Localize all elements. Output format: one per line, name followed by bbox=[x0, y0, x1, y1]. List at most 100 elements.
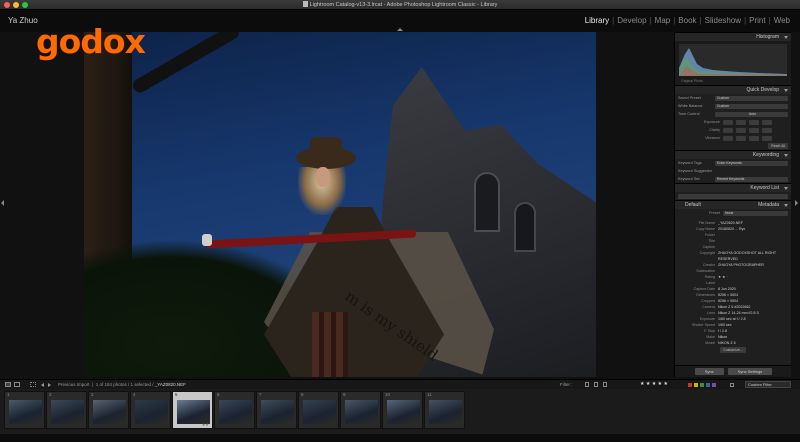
metadata-header[interactable]: Default Metadata bbox=[675, 200, 791, 209]
metadata-preset-label: Preset bbox=[709, 211, 720, 215]
source-label: Previous Import bbox=[58, 382, 90, 387]
green-label-filter[interactable] bbox=[700, 383, 704, 387]
bottom-bar bbox=[0, 434, 800, 442]
module-book[interactable]: Book bbox=[676, 16, 698, 25]
thumbnail-index: 6 bbox=[217, 392, 220, 397]
loupe-photo[interactable]: m is my shield bbox=[84, 32, 596, 377]
yellow-label-filter[interactable] bbox=[694, 383, 698, 387]
filter-label: Filter : bbox=[560, 382, 573, 387]
metadata-preset-select[interactable]: None bbox=[723, 210, 788, 216]
second-window-icon[interactable] bbox=[14, 382, 20, 387]
keywording-header[interactable]: Keywording bbox=[675, 150, 791, 159]
module-print[interactable]: Print bbox=[747, 16, 767, 25]
thumbnail-image bbox=[261, 400, 294, 424]
module-develop[interactable]: Develop bbox=[615, 16, 648, 25]
customize-button[interactable]: Customize... bbox=[720, 347, 746, 353]
keyword-list-title: Keyword List bbox=[750, 185, 779, 191]
custom-filter-select[interactable]: Custom Filter bbox=[745, 381, 791, 388]
thumbnail-index: 5 bbox=[175, 392, 178, 397]
godox-logo: godox bbox=[36, 22, 146, 61]
top-panel-toggle-icon[interactable] bbox=[397, 28, 403, 31]
step-down-button[interactable] bbox=[723, 119, 733, 125]
step-up-button[interactable] bbox=[762, 127, 772, 133]
keyword-set-select[interactable]: Recent Keywords bbox=[715, 176, 788, 182]
module-picker: Library | Develop | Map | Book | Slideshow | … bbox=[583, 16, 792, 25]
thumbnail-image bbox=[51, 400, 84, 424]
keyword-filter-input[interactable] bbox=[678, 193, 788, 199]
filmstrip-toolbar: Previous Import | 1 of 184 photos / 1 se… bbox=[0, 379, 800, 389]
step-down-button[interactable] bbox=[736, 119, 746, 125]
lock-icon[interactable] bbox=[730, 383, 734, 387]
vibrance-row: Vibrance bbox=[675, 134, 791, 142]
flag-filter-icon[interactable] bbox=[594, 382, 598, 387]
thumbnail-index: 10 bbox=[385, 392, 391, 397]
filmstrip-thumbnail[interactable]: 9 bbox=[340, 391, 381, 429]
sync-settings-button[interactable]: Sync Settings bbox=[727, 368, 773, 375]
step-up-button[interactable] bbox=[749, 135, 759, 141]
keyword-list-header[interactable]: Keyword List bbox=[675, 183, 791, 192]
filmstrip-thumbnail[interactable]: 10 bbox=[382, 391, 423, 429]
step-up-button[interactable] bbox=[762, 119, 772, 125]
filmstrip-thumbnail[interactable]: 1 bbox=[4, 391, 45, 429]
reset-all-button[interactable]: Reset All bbox=[768, 143, 788, 149]
white-balance-select[interactable]: Custom bbox=[715, 103, 788, 109]
forward-arrow-icon[interactable] bbox=[48, 383, 51, 387]
step-up-button[interactable] bbox=[762, 135, 772, 141]
filmstrip-thumbnail[interactable]: 6 bbox=[214, 391, 255, 429]
step-down-button[interactable] bbox=[723, 127, 733, 133]
tone-control-auto-button[interactable]: Auto bbox=[715, 111, 788, 117]
module-web[interactable]: Web bbox=[772, 16, 792, 25]
filmstrip-source[interactable]: Previous Import | 1 of 184 photos / 1 se… bbox=[58, 382, 186, 387]
filmstrip: 1 2 3 4 5 ★★ 6 7 8 9 10 11 bbox=[0, 389, 800, 434]
quick-develop-header[interactable]: Quick Develop bbox=[675, 85, 791, 94]
keyword-tags-label: Keyword Tags bbox=[678, 161, 702, 165]
flag-filter-icon[interactable] bbox=[603, 382, 607, 387]
filmstrip-thumbnail[interactable]: 3 bbox=[88, 391, 129, 429]
main-window-icon[interactable] bbox=[5, 382, 11, 387]
grid-view-icon[interactable] bbox=[30, 382, 36, 387]
histogram-graph bbox=[679, 44, 787, 76]
saved-preset-select[interactable]: Custom bbox=[715, 95, 788, 101]
thumbnail-index: 3 bbox=[91, 392, 94, 397]
filmstrip-thumbnail[interactable]: 5 ★★ bbox=[172, 391, 213, 429]
purple-label-filter[interactable] bbox=[712, 383, 716, 387]
thumbnail-index: 1 bbox=[7, 392, 10, 397]
blue-label-filter[interactable] bbox=[706, 383, 710, 387]
filmstrip-thumbnail[interactable]: 8 bbox=[298, 391, 339, 429]
tone-control-row: Tone Control Auto bbox=[675, 110, 791, 118]
step-down-button[interactable] bbox=[736, 135, 746, 141]
module-map[interactable]: Map bbox=[653, 16, 673, 25]
histogram[interactable]: Original Photo bbox=[675, 41, 791, 85]
collapse-triangle-icon bbox=[784, 89, 788, 92]
reset-row: Reset All bbox=[675, 142, 791, 150]
right-panel: Histogram Original Photo Quick Develop S… bbox=[674, 32, 791, 377]
keyword-tags-select[interactable]: Enter Keywords bbox=[715, 160, 788, 166]
histogram-info: Original Photo bbox=[681, 79, 704, 83]
selected-file-name: _YAZ0820.NEF bbox=[154, 382, 186, 387]
filmstrip-thumbnail[interactable]: 11 bbox=[424, 391, 465, 429]
filmstrip-thumbnail[interactable]: 2 bbox=[46, 391, 87, 429]
photo-crossbow-tip bbox=[202, 234, 212, 246]
red-label-filter[interactable] bbox=[688, 383, 692, 387]
sync-button[interactable]: Sync bbox=[694, 368, 724, 375]
left-panel-toggle-icon[interactable] bbox=[1, 200, 4, 206]
thumbnail-image bbox=[429, 400, 462, 424]
thumbnail-image bbox=[387, 400, 420, 424]
step-up-button[interactable] bbox=[749, 119, 759, 125]
right-panel-toggle-icon[interactable] bbox=[795, 200, 798, 206]
photo-face bbox=[316, 167, 330, 187]
histogram-header[interactable]: Histogram bbox=[675, 32, 791, 41]
rating-filter[interactable]: ★ ★ ★ ★ ★ bbox=[640, 381, 668, 387]
module-slideshow[interactable]: Slideshow bbox=[703, 16, 743, 25]
module-library[interactable]: Library bbox=[583, 16, 611, 25]
document-icon bbox=[302, 1, 308, 7]
filmstrip-thumbnail[interactable]: 7 bbox=[256, 391, 297, 429]
back-arrow-icon[interactable] bbox=[41, 383, 44, 387]
step-down-button[interactable] bbox=[736, 127, 746, 133]
thumbnail-image bbox=[135, 400, 168, 424]
filmstrip-thumbnail[interactable]: 4 bbox=[130, 391, 171, 429]
step-down-button[interactable] bbox=[723, 135, 733, 141]
metadata-preset-row: Preset None bbox=[675, 209, 791, 217]
step-up-button[interactable] bbox=[749, 127, 759, 133]
flag-filter-icon[interactable] bbox=[585, 382, 589, 387]
